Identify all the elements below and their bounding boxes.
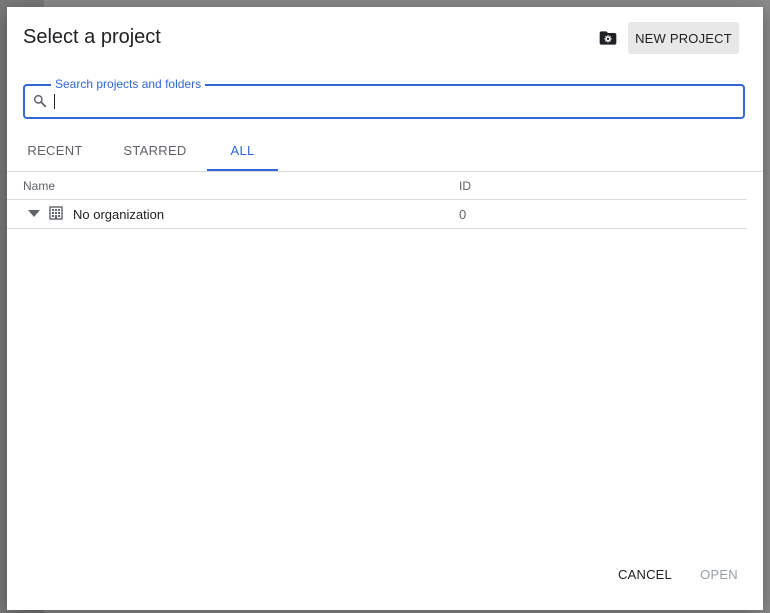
folder-settings-icon[interactable] [598, 28, 618, 48]
row-id: 0 [459, 207, 467, 222]
project-table: Name ID No organization 0 [7, 172, 747, 229]
tab-all[interactable]: ALL [207, 131, 278, 171]
tab-starred[interactable]: STARRED [111, 131, 199, 171]
open-button[interactable]: OPEN [690, 560, 748, 588]
column-header-name[interactable]: Name [23, 179, 55, 193]
select-project-dialog: Select a project NEW PROJECT Search proj… [7, 7, 763, 610]
new-project-button[interactable]: NEW PROJECT [628, 22, 739, 54]
table-header: Name ID [7, 172, 747, 200]
search-icon [33, 94, 47, 108]
row-name[interactable]: No organization [73, 207, 164, 222]
cancel-button[interactable]: CANCEL [608, 560, 682, 588]
tab-bar: RECENT STARRED ALL [7, 131, 763, 172]
search-field[interactable]: Search projects and folders [23, 76, 745, 119]
column-header-id[interactable]: ID [459, 179, 471, 193]
tab-recent[interactable]: RECENT [15, 131, 95, 171]
dialog-title: Select a project [23, 26, 161, 48]
organization-icon [49, 206, 63, 220]
table-row[interactable]: No organization 0 [7, 200, 747, 229]
text-cursor [54, 94, 55, 109]
caret-down-icon[interactable] [28, 210, 40, 218]
search-input[interactable] [53, 90, 733, 112]
